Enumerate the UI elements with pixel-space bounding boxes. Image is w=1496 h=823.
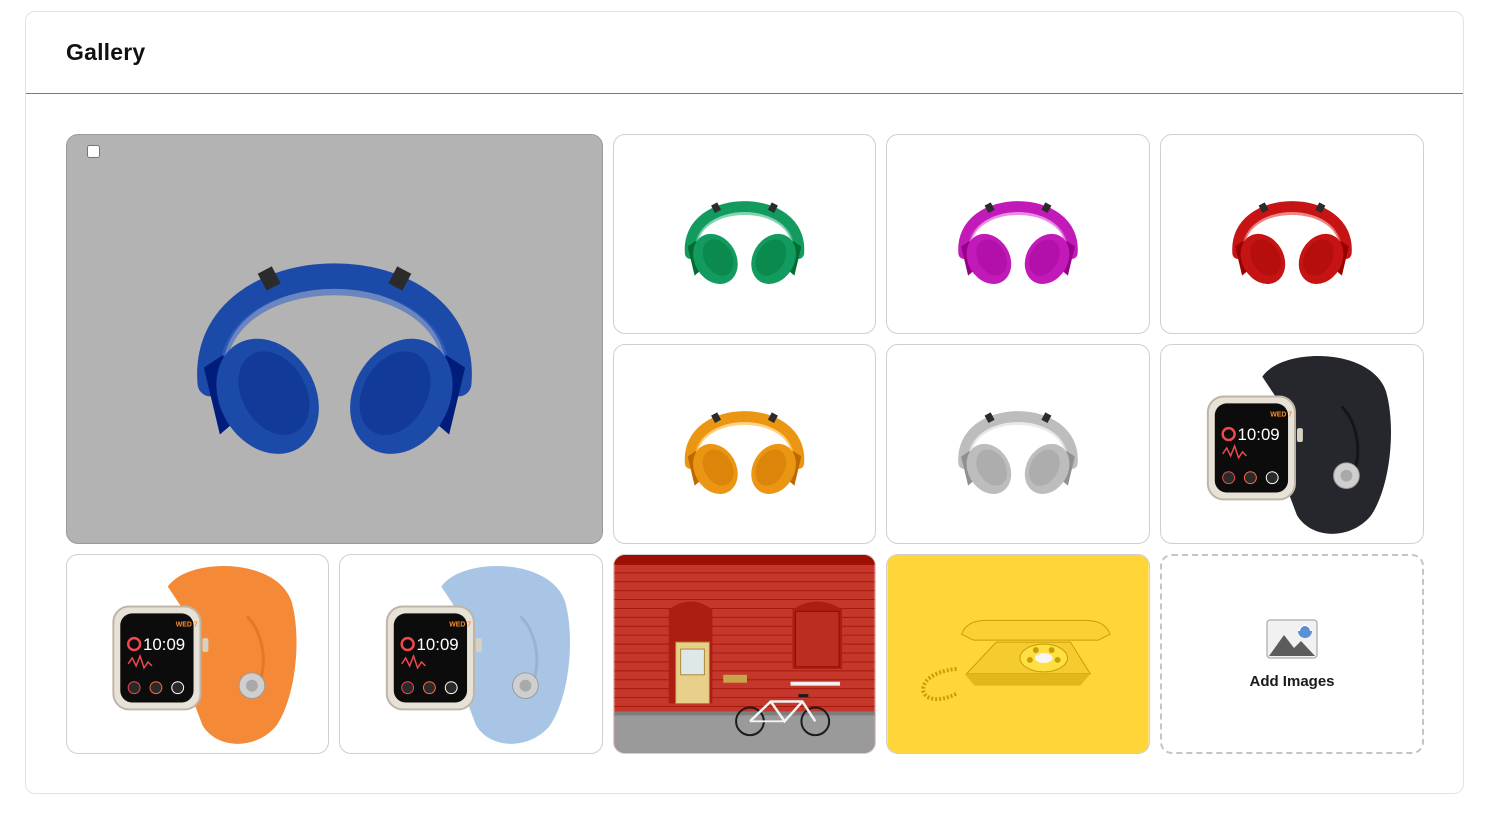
image-tile-telephone[interactable]	[886, 554, 1150, 754]
add-images-label: Add Images	[1249, 672, 1335, 690]
headphones-image-green	[684, 201, 805, 285]
headphones-image-silver	[958, 411, 1078, 495]
image-tile-orange-headphones[interactable]	[613, 344, 876, 544]
svg-text:WED 7: WED 7	[449, 621, 471, 628]
watch-image-black: WED 7 10:09	[1206, 355, 1391, 534]
image-tile-magenta-headphones[interactable]	[886, 134, 1150, 334]
gallery-card: Gallery WED 7 10:09 WED 7 10:09 WED 7 10…	[25, 11, 1464, 794]
add-images-button[interactable]: Add Images	[1160, 554, 1424, 754]
svg-text:10:09: 10:09	[143, 635, 185, 654]
brick-wall-bicycle-image	[614, 555, 875, 753]
svg-text:10:09: 10:09	[1238, 425, 1280, 444]
image-tile-blue-watch[interactable]: WED 7 10:09	[339, 554, 603, 754]
headphones-image-red	[1232, 201, 1352, 285]
featured-image-tile[interactable]	[66, 134, 603, 544]
svg-text:10:09: 10:09	[417, 635, 459, 654]
image-tile-green-headphones[interactable]	[613, 134, 876, 334]
gallery-title: Gallery	[66, 39, 146, 65]
image-upload-icon	[1266, 619, 1318, 658]
select-checkbox[interactable]	[87, 145, 100, 158]
image-tile-orange-watch[interactable]: WED 7 10:09	[66, 554, 329, 754]
watch-image-orange: WED 7 10:09	[112, 565, 297, 744]
headphones-image-magenta	[958, 201, 1078, 285]
watch-image-blue: WED 7 10:09	[385, 565, 570, 744]
image-tile-brick-wall[interactable]	[613, 554, 876, 754]
svg-text:WED 7: WED 7	[1270, 411, 1292, 418]
image-tile-red-headphones[interactable]	[1160, 134, 1424, 334]
gallery-header: Gallery	[26, 12, 1463, 94]
image-tile-black-watch[interactable]: WED 7 10:09	[1160, 344, 1424, 544]
image-tile-silver-headphones[interactable]	[886, 344, 1150, 544]
yellow-telephone-image	[887, 555, 1149, 753]
svg-text:WED 7: WED 7	[176, 621, 198, 628]
headphones-image-blue	[197, 263, 472, 454]
headphones-image-orange	[684, 411, 805, 495]
